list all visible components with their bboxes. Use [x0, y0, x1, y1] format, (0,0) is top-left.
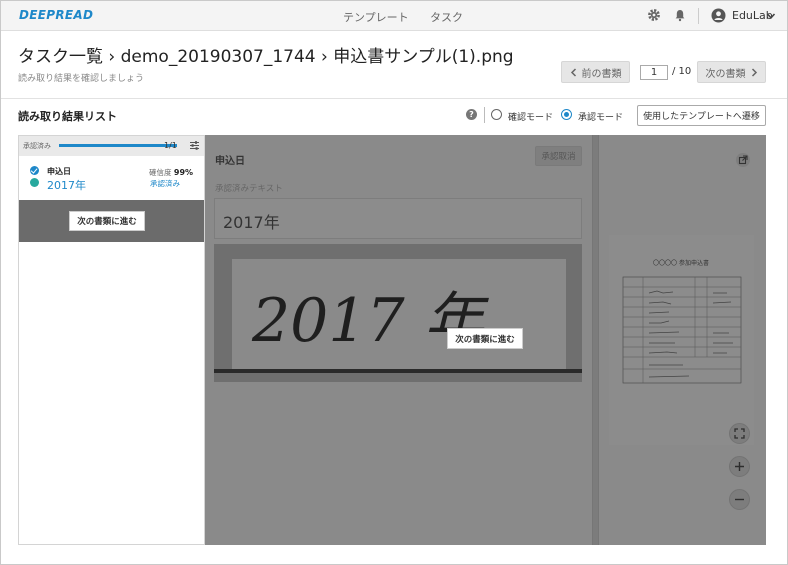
list-item-label: 申込日 — [47, 167, 71, 176]
approve-mode-radio[interactable] — [561, 109, 572, 120]
confirm-mode-label[interactable]: 確認モード — [508, 110, 553, 123]
approval-progress-bar — [59, 144, 177, 147]
next-document-center-button[interactable]: 次の書類に進む — [447, 328, 523, 349]
prev-document-button[interactable]: 前の書類 — [561, 61, 630, 83]
next-document-overlay: 次の書類に進む — [19, 200, 204, 242]
approval-progress-row: 承認済み 1/1 — [19, 136, 204, 156]
header-divider — [1, 98, 787, 99]
bell-icon[interactable] — [673, 8, 687, 22]
result-list-title: 読み取り結果リスト — [18, 110, 117, 123]
top-nav-bar: DEEPREAD テンプレート タスク EduLab — [1, 1, 787, 31]
approved-check-icon — [30, 166, 39, 175]
fullscreen-icon — [734, 428, 745, 439]
document-thumbnail-image: 〇〇〇〇 参加申込書 — [622, 259, 742, 384]
go-to-template-button[interactable]: 使用したテンプレートへ遷移 — [637, 105, 766, 126]
nav-tasks[interactable]: タスク — [430, 9, 463, 25]
field-title: 申込日 — [215, 156, 245, 167]
list-item-value: 2017年 — [47, 179, 86, 192]
gear-icon[interactable] — [647, 8, 661, 22]
page-number-input[interactable] — [640, 65, 668, 80]
progress-label: 承認済み — [23, 142, 51, 150]
confidence-label: 確信度 — [149, 168, 172, 177]
chevron-left-icon — [570, 67, 576, 77]
plus-icon — [735, 462, 744, 471]
next-document-button[interactable]: 次の書類 — [697, 61, 766, 83]
handwriting-image: 2017 年 — [251, 286, 490, 356]
chevron-right-icon — [751, 67, 757, 77]
confidence-value: 99% — [173, 168, 194, 177]
approved-text-box[interactable]: 2017年 — [214, 198, 582, 239]
chevron-down-icon[interactable] — [766, 11, 776, 21]
open-external-icon[interactable] — [736, 153, 750, 167]
field-image-crop: 2017 年 次の書類に進む — [214, 244, 582, 382]
document-thumbnail[interactable]: 〇〇〇〇 参加申込書 — [609, 235, 754, 445]
prev-document-label: 前の書類 — [581, 68, 622, 80]
breadcrumb-title: タスク一覧 › demo_20190307_1744 › 申込書サンプル(1).… — [18, 47, 514, 67]
field-status-dot — [30, 178, 39, 187]
zoom-out-button[interactable] — [729, 489, 750, 510]
user-avatar-icon[interactable] — [711, 8, 726, 23]
detail-panel: 申込日 承認取消 承認済みテキスト 2017年 2017 年 次の書類に進む 〇… — [205, 135, 766, 545]
help-icon[interactable]: ? — [466, 109, 477, 120]
list-item-status: 承認済み — [150, 179, 180, 188]
page-total: / 10 — [672, 66, 692, 77]
approved-text-value: 2017年 — [223, 213, 280, 232]
approve-mode-label[interactable]: 承認モード — [578, 110, 623, 123]
next-document-label: 次の書類 — [705, 68, 746, 80]
app-logo[interactable]: DEEPREAD — [19, 8, 93, 22]
approved-text-label: 承認済みテキスト — [215, 184, 283, 194]
next-document-overlay-button[interactable]: 次の書類に進む — [69, 211, 145, 231]
thumbnail-title: 〇〇〇〇 参加申込書 — [653, 259, 709, 267]
panel-resize-handle[interactable] — [592, 135, 599, 545]
page-subtitle: 読み取り結果を確認しましょう — [18, 74, 145, 84]
minus-icon — [735, 498, 744, 501]
result-list-panel: 承認済み 1/1 申込日 2017年 確信度 99% 承認済み 次の書類に進む — [18, 135, 205, 545]
nav-separator — [698, 8, 699, 24]
confirm-mode-radio[interactable] — [491, 109, 502, 120]
zoom-in-button[interactable] — [729, 456, 750, 477]
toolbar-separator — [484, 107, 485, 123]
nav-templates[interactable]: テンプレート — [343, 9, 409, 25]
crop-baseline — [214, 369, 582, 373]
fit-screen-button[interactable] — [729, 423, 750, 444]
approval-progress-fill — [59, 144, 177, 147]
filter-sliders-icon[interactable] — [189, 140, 200, 151]
unapprove-button[interactable]: 承認取消 — [535, 146, 582, 166]
progress-count: 1/1 — [164, 141, 177, 150]
confidence: 確信度 99% — [149, 167, 193, 178]
